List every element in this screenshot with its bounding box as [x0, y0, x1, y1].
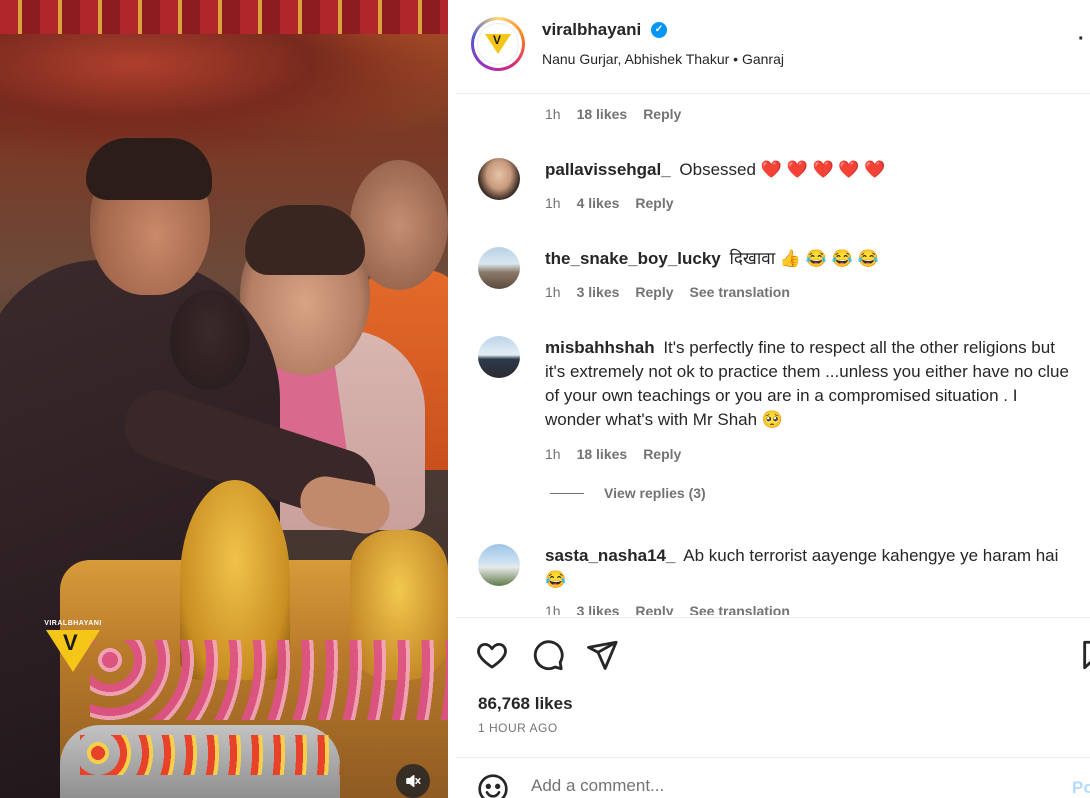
- like-button[interactable]: [475, 638, 509, 672]
- smiley-icon: [478, 774, 508, 798]
- commenter-avatar[interactable]: [478, 247, 520, 289]
- see-translation-button[interactable]: See translation: [690, 284, 790, 300]
- save-button[interactable]: [1079, 638, 1090, 672]
- profile-avatar[interactable]: [471, 17, 525, 71]
- bookmark-icon: [1083, 640, 1090, 670]
- commenter-avatar[interactable]: [478, 158, 520, 200]
- verified-badge-icon: ✓: [651, 22, 667, 38]
- tray-offerings: [80, 735, 340, 775]
- comment-time: 1h: [545, 195, 561, 211]
- comment-meta: 1h 4 likes Reply: [545, 195, 690, 211]
- reply-button[interactable]: Reply: [643, 446, 681, 462]
- comment-likes[interactable]: 18 likes: [577, 446, 628, 462]
- viral-bhayani-logo-icon: [485, 33, 511, 54]
- comment-time: 1h: [545, 284, 561, 300]
- commenter-username[interactable]: misbahhshah: [545, 338, 655, 357]
- watermark-text: VIRALBHAYANI: [44, 620, 102, 627]
- comment-time: 1h: [545, 446, 561, 462]
- comment-body: Obsessed ❤️ ❤️ ❤️ ❤️ ❤️: [679, 160, 886, 179]
- comment-likes[interactable]: 3 likes: [577, 603, 620, 615]
- viral-bhayani-logo: [46, 630, 100, 672]
- commenter-avatar[interactable]: [478, 544, 520, 586]
- reply-button[interactable]: Reply: [635, 284, 673, 300]
- mute-button[interactable]: [396, 764, 430, 798]
- commenter-avatar[interactable]: [478, 336, 520, 378]
- post-header: viralbhayani ✓ Nanu Gurjar, Abhishek Tha…: [455, 0, 1090, 94]
- post-media[interactable]: VIRALBHAYANI: [0, 0, 448, 798]
- comment-body: दिखावा 👍 😂 😂 😂: [729, 249, 879, 268]
- post-comment-button[interactable]: Po: [1072, 778, 1090, 798]
- reply-button[interactable]: Reply: [635, 603, 673, 615]
- more-options-button[interactable]: ·: [1078, 28, 1090, 58]
- man-hair: [86, 138, 212, 200]
- post-tags-location[interactable]: Nanu Gurjar, Abhishek Thakur • Ganraj: [542, 51, 784, 67]
- comment-meta: 1h 18 likes Reply: [545, 446, 697, 462]
- child-figure: [170, 290, 250, 390]
- comment-likes[interactable]: 18 likes: [577, 106, 628, 122]
- share-icon: [587, 640, 618, 670]
- post-timestamp: 1 HOUR AGO: [478, 721, 558, 735]
- post-author-username[interactable]: viralbhayani: [542, 20, 641, 40]
- comment-meta: 1h 3 likes Reply See translation: [545, 284, 806, 300]
- comment-text-block: the_snake_boy_lucky दिखावा 👍 😂 😂 😂: [545, 247, 1070, 271]
- share-button[interactable]: [585, 638, 619, 672]
- add-comment-bar: Po: [455, 757, 1090, 798]
- view-replies-button[interactable]: View replies (3): [550, 485, 706, 501]
- view-replies-label: View replies (3): [604, 485, 706, 501]
- heart-icon: [477, 642, 507, 669]
- comment-meta: 1h 3 likes Reply See translation: [545, 603, 806, 615]
- comment-time: 1h: [545, 603, 561, 615]
- commenter-username[interactable]: pallavissehgal_: [545, 160, 671, 179]
- flower-offerings: [90, 640, 448, 720]
- comment-meta: 1h 18 likes Reply: [545, 106, 697, 122]
- reply-button[interactable]: Reply: [643, 106, 681, 122]
- post-details-panel: viralbhayani ✓ Nanu Gurjar, Abhishek Tha…: [455, 0, 1090, 798]
- comment-text-block: misbahhshah It's perfectly fine to respe…: [545, 336, 1070, 432]
- comment-icon: [533, 640, 564, 671]
- reply-button[interactable]: Reply: [635, 195, 673, 211]
- speaker-muted-icon: [406, 775, 421, 787]
- temple-canopy: [0, 0, 448, 34]
- comment-text-block: sasta_nasha14_ Ab kuch terrorist aayenge…: [545, 544, 1070, 592]
- commenter-username[interactable]: the_snake_boy_lucky: [545, 249, 721, 268]
- see-translation-button[interactable]: See translation: [690, 603, 790, 615]
- emoji-button[interactable]: [477, 773, 509, 798]
- comment-text-block: pallavissehgal_ Obsessed ❤️ ❤️ ❤️ ❤️ ❤️: [545, 158, 1070, 182]
- comment-time: 1h: [545, 106, 561, 122]
- comments-list[interactable]: 1h 18 likes Reply pallavissehgal_ Obsess…: [455, 95, 1090, 615]
- woman-hair: [245, 205, 365, 275]
- comment-button[interactable]: [531, 638, 565, 672]
- post-actions: 86,768 likes 1 HOUR AGO: [455, 617, 1090, 737]
- comment-input[interactable]: [531, 776, 1051, 796]
- watermark-logo: VIRALBHAYANI: [44, 620, 102, 672]
- likes-count[interactable]: 86,768 likes: [478, 694, 573, 714]
- replies-divider: [550, 492, 584, 494]
- comment-likes[interactable]: 3 likes: [577, 284, 620, 300]
- commenter-username[interactable]: sasta_nasha14_: [545, 546, 675, 565]
- comment-likes[interactable]: 4 likes: [577, 195, 620, 211]
